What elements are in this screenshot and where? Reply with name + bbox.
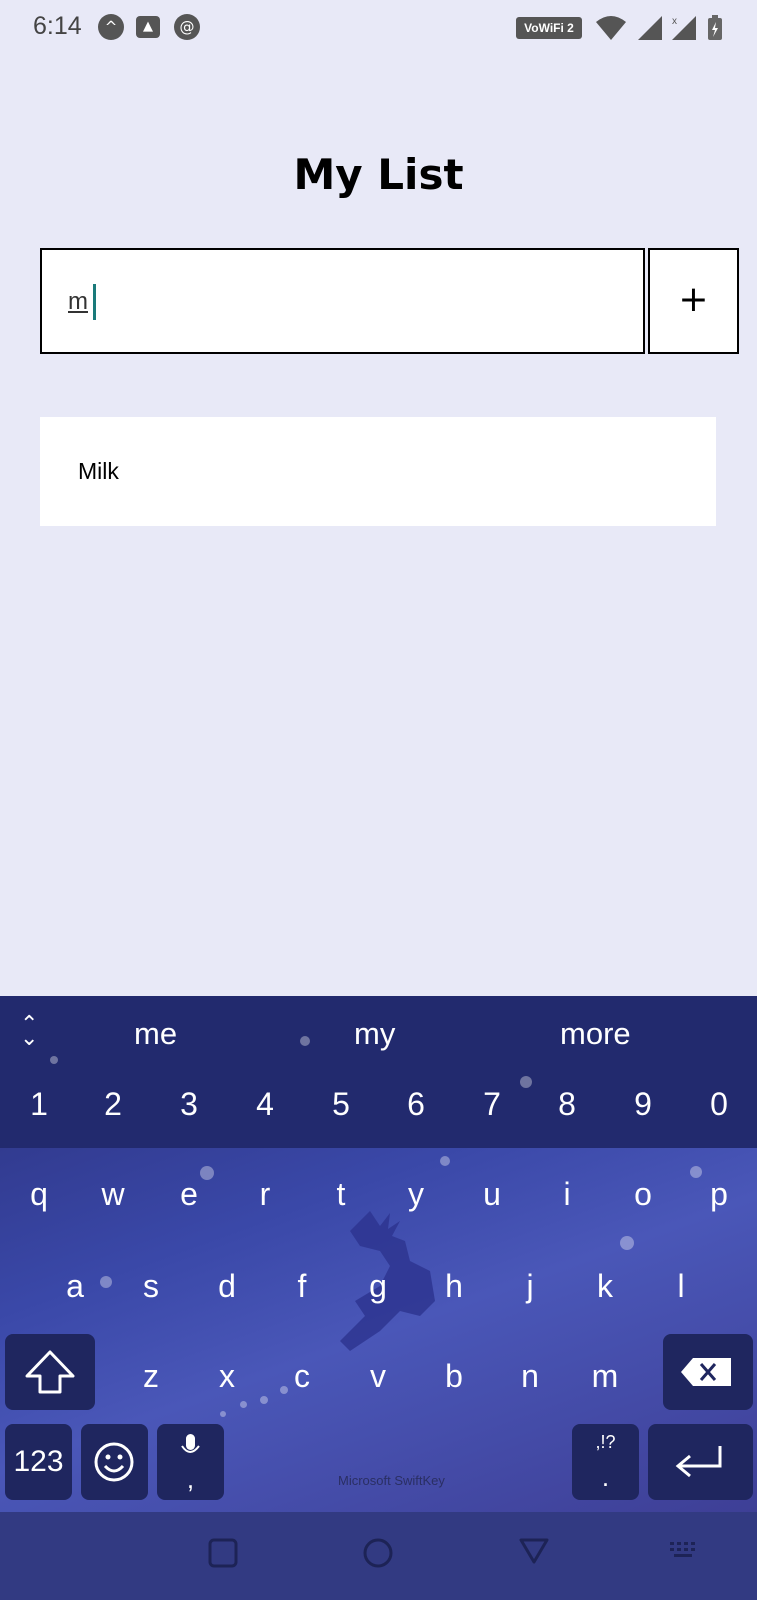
key-q[interactable]: q	[9, 1176, 69, 1213]
key-3[interactable]: 3	[159, 1086, 219, 1123]
backspace-icon	[681, 1358, 731, 1386]
enter-key[interactable]	[648, 1424, 753, 1500]
key-l[interactable]: l	[651, 1268, 711, 1305]
emoji-icon	[94, 1442, 134, 1482]
microphone-icon	[181, 1434, 200, 1453]
key-e[interactable]: e	[159, 1176, 219, 1213]
key-y[interactable]: y	[386, 1176, 446, 1213]
punctuation-key[interactable]: ,!? .	[572, 1424, 639, 1500]
suggestion-more[interactable]: more	[560, 1016, 631, 1052]
key-o[interactable]: o	[613, 1176, 673, 1213]
key-8[interactable]: 8	[537, 1086, 597, 1123]
keyboard-brand: Microsoft SwiftKey	[338, 1473, 445, 1488]
text-caret	[93, 284, 96, 320]
key-z[interactable]: z	[121, 1358, 181, 1395]
snow-dot	[620, 1236, 634, 1250]
key-s[interactable]: s	[121, 1268, 181, 1305]
emoji-key[interactable]	[81, 1424, 148, 1500]
key-k[interactable]: k	[575, 1268, 635, 1305]
battery-icon	[708, 15, 722, 40]
signal-no-data-icon: x	[672, 16, 696, 40]
key-7[interactable]: 7	[462, 1086, 522, 1123]
signal-icon	[638, 16, 662, 40]
list-item-label: Milk	[78, 458, 119, 484]
key-u[interactable]: u	[462, 1176, 522, 1213]
home-icon[interactable]	[361, 1536, 395, 1570]
shift-key[interactable]	[5, 1334, 95, 1410]
key-d[interactable]: d	[197, 1268, 257, 1305]
comma-mic-key[interactable]: ,	[157, 1424, 224, 1500]
key-i[interactable]: i	[537, 1176, 597, 1213]
key-b[interactable]: b	[424, 1358, 484, 1395]
svg-text:x: x	[672, 16, 677, 27]
period-label: .	[601, 1462, 610, 1492]
sync-notification-icon: @	[174, 14, 200, 40]
key-v[interactable]: v	[348, 1358, 408, 1395]
recents-icon[interactable]	[206, 1536, 240, 1570]
key-m[interactable]: m	[575, 1358, 635, 1395]
app-notification-icon: ^	[98, 14, 124, 40]
backspace-key[interactable]	[663, 1334, 753, 1410]
key-t[interactable]: t	[311, 1176, 371, 1213]
wifi-icon	[596, 16, 626, 40]
comma-label: ,	[186, 1464, 195, 1494]
keyboard-switch-icon[interactable]	[668, 1540, 702, 1564]
snow-dot	[260, 1396, 268, 1404]
keyboard: ⌃ ⌄ me my more 1 2 3 4 5 6 7 8 9 0 q w e …	[0, 996, 757, 1512]
key-w[interactable]: w	[83, 1176, 143, 1213]
key-r[interactable]: r	[235, 1176, 295, 1213]
key-6[interactable]: 6	[386, 1086, 446, 1123]
numbers-key[interactable]: 123	[5, 1424, 72, 1500]
key-n[interactable]: n	[500, 1358, 560, 1395]
back-icon[interactable]	[517, 1534, 551, 1568]
enter-icon	[675, 1446, 722, 1478]
add-item-button[interactable]: +	[648, 248, 739, 354]
snow-dot	[440, 1156, 450, 1166]
navigation-bar	[0, 1512, 757, 1600]
suggestion-me[interactable]: me	[134, 1016, 177, 1052]
key-h[interactable]: h	[424, 1268, 484, 1305]
vowifi-badge: VoWiFi 2	[516, 17, 582, 39]
snow-dot	[50, 1056, 58, 1064]
key-c[interactable]: c	[272, 1358, 332, 1395]
plus-icon: +	[678, 279, 709, 320]
snow-dot	[220, 1411, 226, 1417]
item-input-value: m	[68, 288, 88, 315]
key-9[interactable]: 9	[613, 1086, 673, 1123]
suggestion-my[interactable]: my	[354, 1016, 395, 1052]
snow-dot	[300, 1036, 310, 1046]
key-2[interactable]: 2	[83, 1086, 143, 1123]
key-g[interactable]: g	[348, 1268, 408, 1305]
key-f[interactable]: f	[272, 1268, 332, 1305]
key-x[interactable]: x	[197, 1358, 257, 1395]
expand-suggestions-icon[interactable]: ⌃ ⌄	[20, 1014, 38, 1050]
list-item[interactable]: Milk	[40, 417, 716, 526]
status-bar: 6:14 ^ ▲ @ VoWiFi 2 x	[0, 0, 757, 58]
item-input[interactable]: m	[40, 248, 645, 354]
key-j[interactable]: j	[500, 1268, 560, 1305]
key-4[interactable]: 4	[235, 1086, 295, 1123]
item-list: Milk	[40, 417, 716, 526]
image-notification-icon: ▲	[136, 16, 160, 38]
shift-icon	[25, 1350, 75, 1394]
key-1[interactable]: 1	[9, 1086, 69, 1123]
punctuation-alt-label: ,!?	[595, 1432, 616, 1452]
status-time: 6:14	[33, 12, 82, 40]
key-a[interactable]: a	[45, 1268, 105, 1305]
key-5[interactable]: 5	[311, 1086, 371, 1123]
key-0[interactable]: 0	[689, 1086, 749, 1123]
page-title: My List	[293, 150, 464, 199]
snow-dot	[240, 1401, 247, 1408]
key-p[interactable]: p	[689, 1176, 749, 1213]
